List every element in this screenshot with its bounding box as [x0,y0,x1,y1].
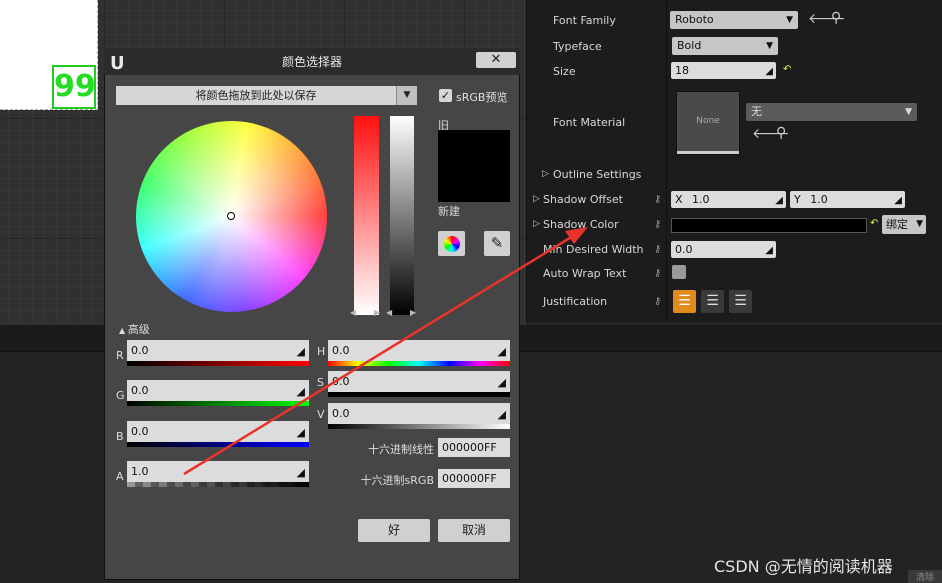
watermark: CSDN @无情的阅读机器 [714,557,893,576]
annotation-arrow-line [183,231,579,476]
annotation-arrow-head [565,227,588,244]
annotation-arrow [183,227,588,476]
